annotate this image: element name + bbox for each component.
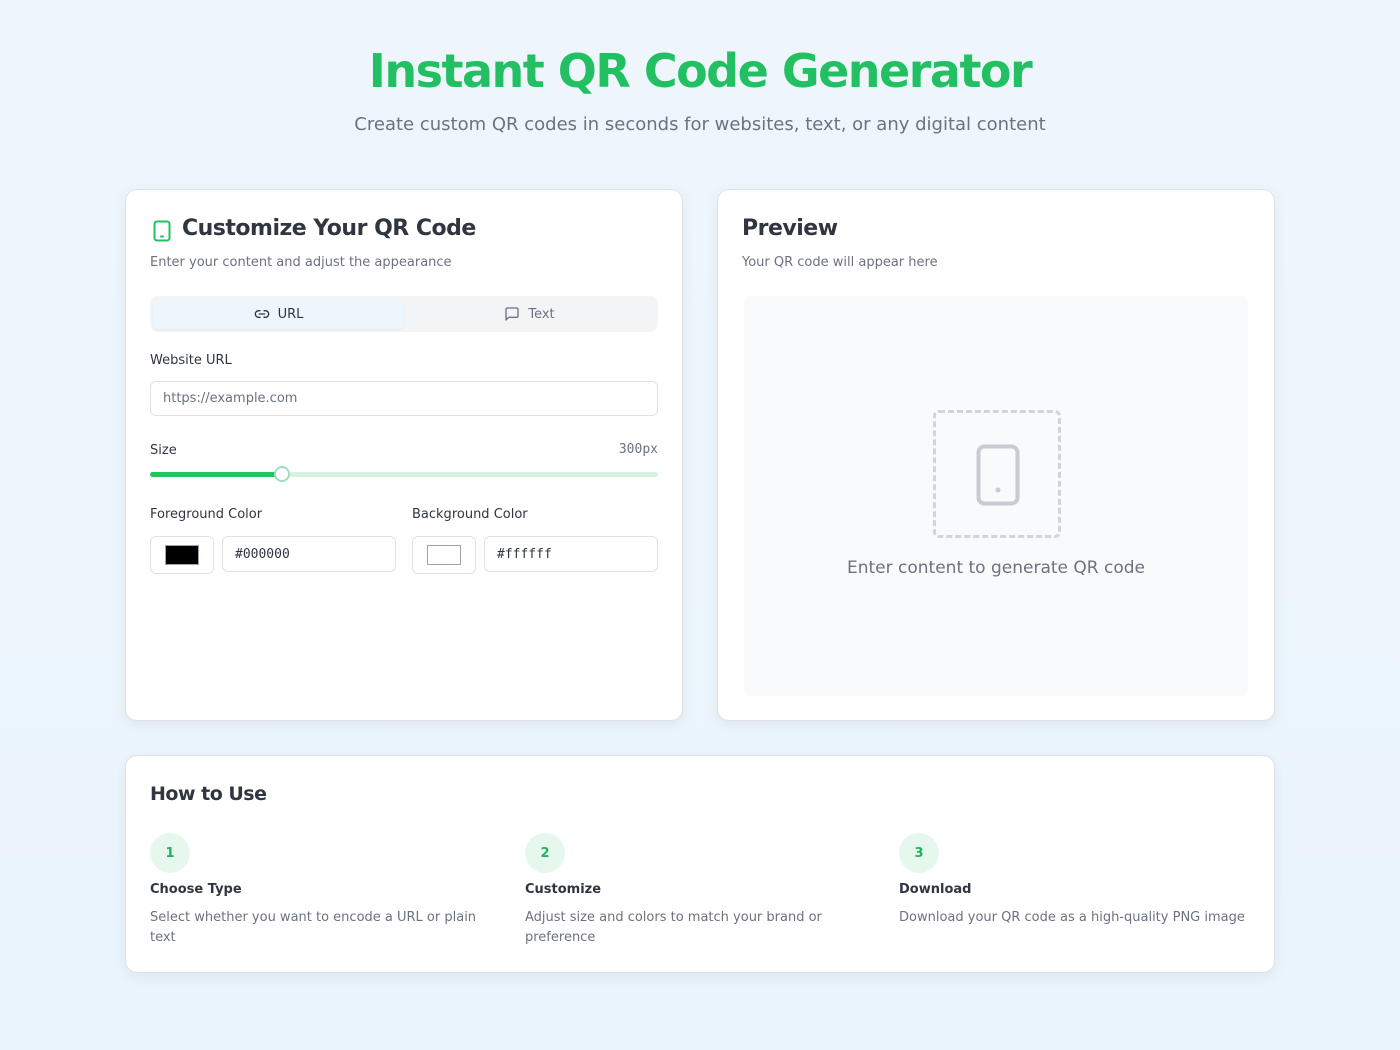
url-label: Website URL: [150, 353, 232, 368]
step-item: 3 Download Download your QR code as a hi…: [899, 833, 1249, 928]
customize-card: Customize Your QR Code Enter your conten…: [125, 189, 683, 721]
step-description: Adjust size and colors to match your bra…: [525, 910, 822, 945]
size-slider-fill: [150, 472, 283, 477]
tab-url-label: URL: [277, 306, 304, 322]
background-color-label: Background Color: [412, 507, 528, 522]
preview-area: Enter content to generate QR code: [744, 296, 1248, 696]
tab-text-label: Text: [528, 306, 555, 322]
step-title: Customize: [525, 882, 602, 897]
url-input[interactable]: [150, 381, 658, 416]
page-subtitle: Create custom QR codes in seconds for we…: [354, 114, 1046, 135]
step-number: 3: [899, 833, 939, 873]
size-slider[interactable]: [150, 466, 658, 482]
step-number: 2: [525, 833, 565, 873]
customize-title: Customize Your QR Code: [182, 216, 476, 241]
background-color-swatch: [427, 545, 461, 565]
preview-description: Your QR code will appear here: [742, 255, 938, 270]
customize-description: Enter your content and adjust the appear…: [150, 255, 452, 270]
foreground-color-input[interactable]: [222, 536, 396, 572]
how-to-use-card: How to Use 1 Choose Type Select whether …: [125, 755, 1275, 973]
content-type-tabs: URL Text: [150, 296, 658, 332]
smartphone-icon: [976, 444, 1020, 506]
foreground-color-label: Foreground Color: [150, 507, 263, 522]
background-color-picker[interactable]: [412, 536, 476, 574]
tab-url[interactable]: URL: [153, 299, 404, 329]
size-slider-thumb[interactable]: [274, 466, 291, 482]
tab-text[interactable]: Text: [404, 299, 655, 329]
step-description: Download your QR code as a high-quality …: [899, 910, 1245, 925]
message-square-icon: [505, 307, 520, 321]
preview-title: Preview: [742, 216, 838, 241]
step-title: Download: [899, 882, 972, 897]
smartphone-icon: [153, 220, 171, 242]
step-description: Select whether you want to encode a URL …: [150, 910, 477, 945]
step-number: 1: [150, 833, 190, 873]
preview-placeholder-text: Enter content to generate QR code: [846, 558, 1145, 578]
preview-card: Preview Your QR code will appear here En…: [717, 189, 1275, 721]
step-item: 2 Customize Adjust size and colors to ma…: [525, 833, 845, 948]
step-item: 1 Choose Type Select whether you want to…: [150, 833, 500, 948]
qr-placeholder: [933, 410, 1061, 538]
page-title: Instant QR Code Generator: [368, 44, 1033, 98]
size-value: 300px: [618, 442, 658, 457]
foreground-color-swatch: [165, 545, 199, 565]
link-icon: [254, 310, 269, 318]
step-title: Choose Type: [150, 882, 242, 897]
foreground-color-picker[interactable]: [150, 536, 214, 574]
background-color-input[interactable]: [484, 536, 658, 572]
size-label: Size: [150, 443, 177, 458]
how-to-use-title: How to Use: [150, 783, 267, 805]
